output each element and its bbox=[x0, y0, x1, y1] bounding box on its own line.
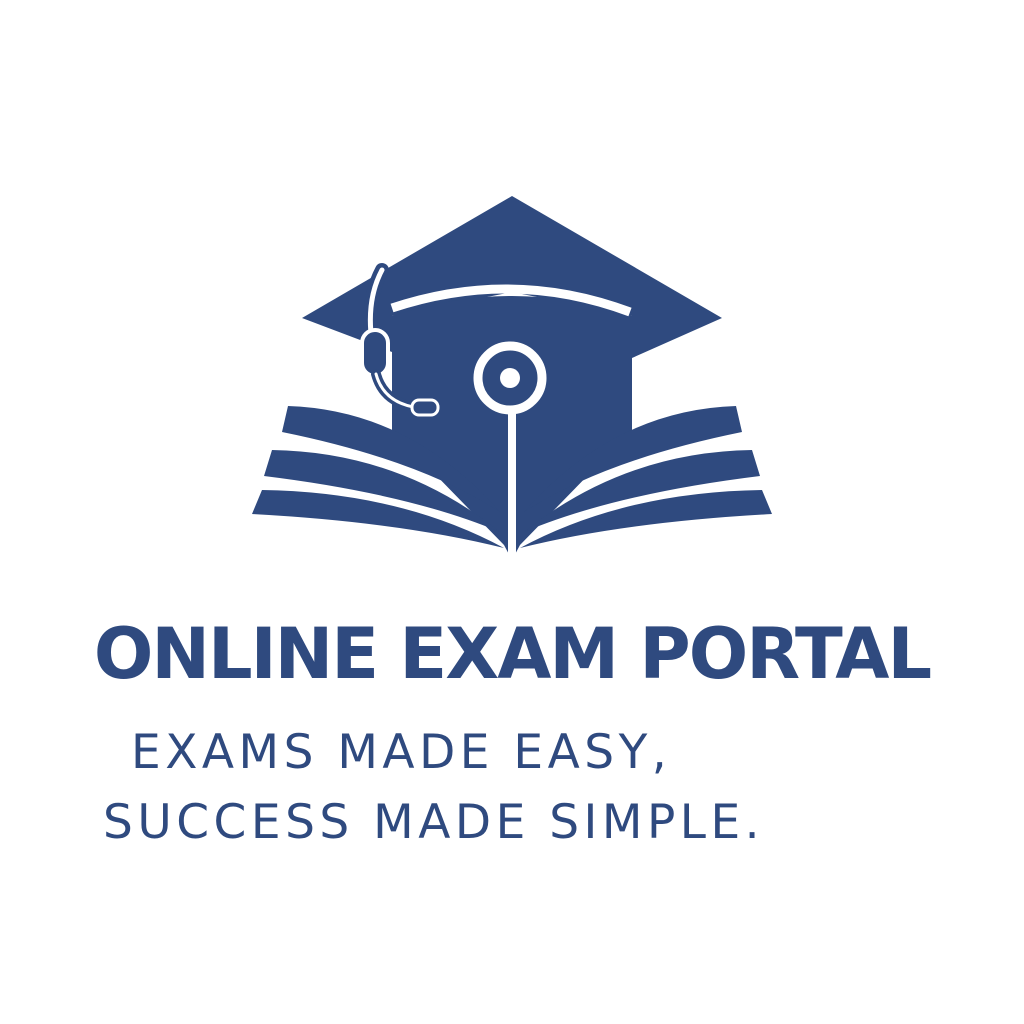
headset-earcup bbox=[360, 328, 390, 378]
graduation-cap-book-headset-icon bbox=[240, 190, 784, 580]
logo-canvas: ONLINE EXAM PORTAL EXAMS MADE EASY, SUCC… bbox=[0, 0, 1024, 1024]
tagline-line-2: SUCCESS MADE SIMPLE. bbox=[103, 795, 765, 850]
target-dot bbox=[500, 368, 520, 388]
brand-name: ONLINE EXAM PORTAL bbox=[93, 613, 932, 695]
headset-mic-tip bbox=[410, 398, 440, 417]
tagline-line-1: EXAMS MADE EASY, bbox=[131, 725, 672, 780]
